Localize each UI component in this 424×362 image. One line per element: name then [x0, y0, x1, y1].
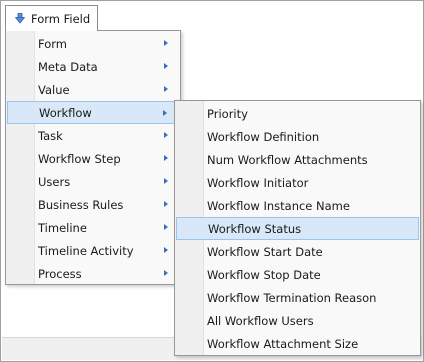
submenu-item-label: Num Workflow Attachments [207, 152, 368, 167]
submenu-item-workflow-attachment-size[interactable]: Workflow Attachment Size [176, 332, 419, 355]
submenu-item-workflow-start-date[interactable]: Workflow Start Date [176, 240, 419, 263]
submenu-item-label: All Workflow Users [207, 313, 314, 328]
submenu-item-label: Workflow Instance Name [207, 198, 350, 213]
submenu-arrow-icon [164, 63, 168, 69]
submenu-item-workflow-status[interactable]: Workflow Status [176, 217, 419, 240]
form-field-menu: Form Meta Data Value Workflow Task Workf… [5, 30, 181, 285]
menu-item-timeline-activity[interactable]: Timeline Activity [7, 239, 179, 262]
submenu-item-label: Workflow Termination Reason [207, 290, 377, 305]
menu-item-form[interactable]: Form [7, 32, 179, 55]
submenu-arrow-icon [164, 40, 168, 46]
submenu-arrow-icon [164, 155, 168, 161]
submenu-arrow-icon [163, 110, 167, 116]
submenu-item-workflow-definition[interactable]: Workflow Definition [176, 125, 419, 148]
submenu-item-priority[interactable]: Priority [176, 102, 419, 125]
menu-item-task[interactable]: Task [7, 124, 179, 147]
submenu-arrow-icon [164, 86, 168, 92]
menu-item-label: Meta Data [38, 59, 98, 74]
submenu-item-workflow-termination-reason[interactable]: Workflow Termination Reason [176, 286, 419, 309]
submenu-arrow-icon [164, 178, 168, 184]
menu-item-label: Timeline [38, 220, 87, 235]
down-arrow-icon [15, 13, 25, 24]
submenu-item-label: Workflow Initiator [207, 175, 309, 190]
menu-item-label: Business Rules [38, 197, 124, 212]
menu-item-value[interactable]: Value [7, 78, 179, 101]
submenu-arrow-icon [164, 224, 168, 230]
submenu-arrow-icon [164, 132, 168, 138]
menu-item-timeline[interactable]: Timeline [7, 216, 179, 239]
menu-item-label: Task [38, 128, 63, 143]
menu-item-process[interactable]: Process [7, 262, 179, 285]
menu-item-business-rules[interactable]: Business Rules [7, 193, 179, 216]
menu-item-label: Workflow [39, 105, 92, 120]
submenu-arrow-icon [164, 247, 168, 253]
submenu-item-label: Workflow Definition [207, 129, 320, 144]
menu-item-users[interactable]: Users [7, 170, 179, 193]
menu-item-label: Value [38, 82, 70, 97]
submenu-item-label: Workflow Stop Date [207, 267, 321, 282]
submenu-item-all-workflow-users[interactable]: All Workflow Users [176, 309, 419, 332]
submenu-item-label: Workflow Status [208, 221, 302, 236]
submenu-item-workflow-instance-name[interactable]: Workflow Instance Name [176, 194, 419, 217]
submenu-arrow-icon [164, 270, 168, 276]
submenu-item-label: Priority [207, 106, 248, 121]
submenu-item-label: Workflow Start Date [207, 244, 323, 259]
submenu-arrow-icon [164, 201, 168, 207]
menu-item-meta-data[interactable]: Meta Data [7, 55, 179, 78]
submenu-item-label: Workflow Attachment Size [207, 336, 359, 351]
menu-item-label: Timeline Activity [38, 243, 134, 258]
menu-item-label: Process [38, 266, 82, 281]
form-field-button-label: Form Field [31, 11, 91, 26]
submenu-item-num-workflow-attachments[interactable]: Num Workflow Attachments [176, 148, 419, 171]
submenu-item-workflow-stop-date[interactable]: Workflow Stop Date [176, 263, 419, 286]
menu-item-label: Form [38, 36, 67, 51]
menu-item-workflow[interactable]: Workflow [7, 101, 179, 124]
menu-item-label: Workflow Step [38, 151, 121, 166]
workflow-submenu: Priority Workflow Definition Num Workflo… [174, 100, 421, 356]
menu-item-workflow-step[interactable]: Workflow Step [7, 147, 179, 170]
form-field-button[interactable]: Form Field [5, 5, 98, 31]
menu-item-label: Users [38, 174, 71, 189]
submenu-item-workflow-initiator[interactable]: Workflow Initiator [176, 171, 419, 194]
